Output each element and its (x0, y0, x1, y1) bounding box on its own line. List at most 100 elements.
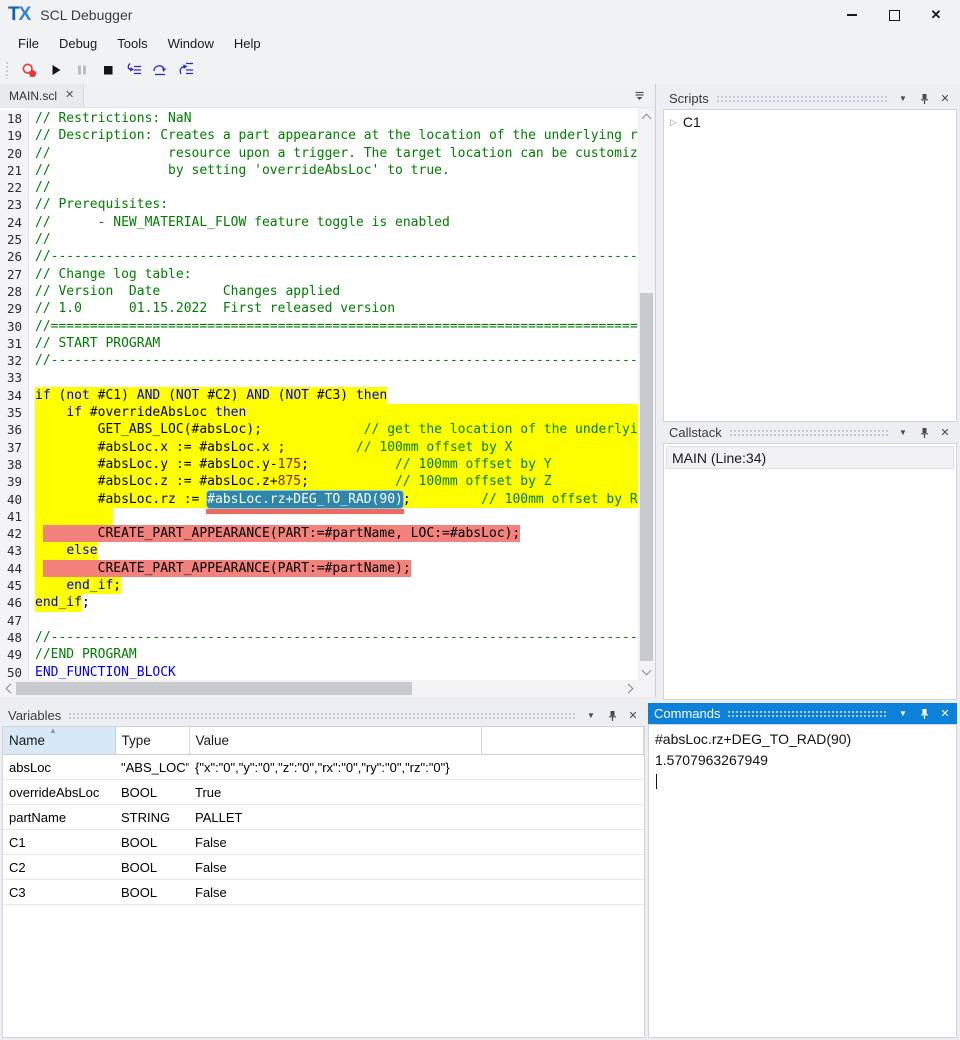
panel-close-button[interactable]: ✕ (625, 708, 641, 724)
code-line[interactable]: 32//------------------------------------… (0, 352, 638, 369)
code-line[interactable]: 43 else (0, 542, 638, 559)
scripts-tree-item[interactable]: ▷C1 (664, 110, 956, 134)
column-header-value[interactable]: Value (189, 727, 481, 755)
stop-button[interactable] (97, 59, 118, 81)
panel-menu-button[interactable]: ▼ (895, 425, 911, 441)
code-line[interactable]: 47 (0, 612, 638, 629)
table-row[interactable]: C2BOOLFalse (3, 855, 644, 880)
code-line[interactable]: 39 #absLoc.z := #absLoc.z+875; // 100mm … (0, 473, 638, 490)
tab-list-dropdown[interactable] (634, 90, 645, 101)
variables-panel-title: Variables (8, 708, 61, 723)
code-line[interactable]: 46end_if; (0, 594, 638, 611)
line-number: 32 (0, 352, 29, 369)
highlight-fill (512, 439, 638, 456)
code-line[interactable]: 48//------------------------------------… (0, 629, 638, 646)
code-line[interactable]: 31// START PROGRAM (0, 335, 638, 352)
code-segment: // - NEW_MATERIAL_FLOW feature toggle is… (35, 214, 450, 231)
panel-menu-button[interactable]: ▼ (583, 708, 599, 724)
code-line[interactable]: 36 GET_ABS_LOC(#absLoc); // get the loca… (0, 421, 638, 438)
tab-close-icon[interactable]: ✕ (65, 90, 74, 101)
breakpoint-button[interactable] (19, 59, 40, 81)
table-row[interactable]: C3BOOLFalse (3, 880, 644, 905)
callstack-frame[interactable]: MAIN (Line:34) (666, 446, 954, 469)
code-line[interactable]: 19// Description: Creates a part appeara… (0, 127, 638, 144)
step-into-button[interactable] (123, 59, 144, 81)
minimize-button[interactable] (838, 2, 866, 28)
table-row[interactable]: partNameSTRINGPALLET (3, 805, 644, 830)
vertical-scrollbar[interactable] (638, 108, 655, 680)
expander-icon[interactable]: ▷ (670, 117, 677, 128)
column-header-type[interactable]: Type (115, 727, 189, 755)
table-row[interactable]: overrideAbsLocBOOLTrue (3, 780, 644, 805)
step-out-button[interactable] (175, 59, 196, 81)
code-line[interactable]: 30//====================================… (0, 318, 638, 335)
code-line[interactable]: 44 CREATE_PART_APPEARANCE(PART:=#partNam… (0, 560, 638, 577)
code-line[interactable]: 21// by setting 'overrideAbsLoc' to true… (0, 162, 638, 179)
panel-pin-button[interactable] (604, 708, 620, 724)
code-segment (35, 542, 66, 559)
menu-item-help[interactable]: Help (224, 33, 271, 54)
menu-item-tools[interactable]: Tools (107, 33, 157, 54)
code-line[interactable]: 26//------------------------------------… (0, 248, 638, 265)
panel-close-button[interactable]: ✕ (937, 425, 953, 441)
panel-pin-button[interactable] (916, 425, 932, 441)
panel-close-button[interactable]: ✕ (937, 706, 953, 722)
code-segment: // get the location of the underlying re… (364, 421, 638, 438)
code-segment: 175 (278, 456, 301, 473)
menu-item-file[interactable]: File (8, 33, 49, 54)
chevron-down-icon: ▼ (899, 709, 907, 718)
code-line[interactable]: 42 CREATE_PART_APPEARANCE(PART:=#partNam… (0, 525, 638, 542)
column-header-spacer[interactable] (481, 727, 644, 755)
code-line[interactable]: 50END_FUNCTION_BLOCK (0, 664, 638, 681)
tab-main-scl[interactable]: MAIN.scl ✕ (0, 84, 84, 107)
code-line[interactable]: 34if (not #C1) AND (NOT #C2) AND (NOT #C… (0, 387, 638, 404)
code-line[interactable]: 29// 1.0 01.15.2022 First released versi… (0, 300, 638, 317)
code-line[interactable]: 49//END PROGRAM (0, 646, 638, 663)
column-header-name[interactable]: Name▲ (3, 727, 115, 755)
chevron-left-icon (5, 684, 15, 694)
code-line[interactable]: 23// Prerequisites: (0, 196, 638, 213)
code-line[interactable]: 40 #absLoc.rz := #absLoc.rz+DEG_TO_RAD(9… (0, 491, 638, 508)
code-line[interactable]: 37 #absLoc.x := #absLoc.x ; // 100mm off… (0, 439, 638, 456)
table-row[interactable]: C1BOOLFalse (3, 830, 644, 855)
panel-menu-button[interactable]: ▼ (895, 91, 911, 107)
code-line[interactable]: 45 end_if; (0, 577, 638, 594)
horizontal-scroll-thumb[interactable] (16, 682, 412, 695)
debug-toolbar (0, 56, 960, 84)
scroll-up-arrow[interactable] (638, 108, 655, 125)
vertical-scroll-thumb[interactable] (640, 293, 653, 661)
horizontal-scrollbar[interactable] (0, 680, 638, 697)
code-line[interactable]: 33 (0, 369, 638, 386)
pin-icon (607, 710, 618, 722)
code-line[interactable]: 22// (0, 179, 638, 196)
panel-menu-button[interactable]: ▼ (895, 706, 911, 722)
panel-pin-button[interactable] (916, 91, 932, 107)
maximize-button[interactable] (880, 2, 908, 28)
toolbar-grip[interactable] (5, 61, 10, 79)
code-line[interactable]: 25// (0, 231, 638, 248)
code-line[interactable]: 24// - NEW_MATERIAL_FLOW feature toggle … (0, 214, 638, 231)
code-editor[interactable]: 18// Restrictions: NaN19// Description: … (0, 108, 655, 697)
code-line[interactable]: 18// Restrictions: NaN (0, 110, 638, 127)
menu-item-window[interactable]: Window (158, 33, 224, 54)
scroll-left-arrow[interactable] (0, 680, 17, 697)
table-row[interactable]: absLoc"ABS_LOC"{"x":"0","y":"0","z":"0",… (3, 755, 644, 780)
code-line[interactable]: 20// resource upon a trigger. The target… (0, 145, 638, 162)
commands-console[interactable]: #absLoc.rz+DEG_TO_RAD(90)1.5707963267949 (648, 724, 957, 1038)
scroll-down-arrow[interactable] (638, 663, 655, 680)
close-icon: ✕ (940, 92, 949, 105)
code-line[interactable]: 38 #absLoc.y := #absLoc.y-175; // 100mm … (0, 456, 638, 473)
pause-button[interactable] (71, 59, 92, 81)
code-line[interactable]: 27// Change log table: (0, 266, 638, 283)
close-button[interactable]: ✕ (922, 2, 950, 28)
code-line[interactable]: 35 if #overrideAbsLoc then (0, 404, 638, 421)
close-icon: ✕ (940, 707, 949, 720)
menu-item-debug[interactable]: Debug (49, 33, 107, 54)
panel-pin-button[interactable] (916, 706, 932, 722)
panel-close-button[interactable]: ✕ (937, 91, 953, 107)
run-button[interactable] (45, 59, 66, 81)
scroll-right-arrow[interactable] (621, 680, 638, 697)
code-area[interactable]: 18// Restrictions: NaN19// Description: … (0, 108, 638, 680)
code-line[interactable]: 28// Version Date Changes applied (0, 283, 638, 300)
step-over-button[interactable] (149, 59, 170, 81)
